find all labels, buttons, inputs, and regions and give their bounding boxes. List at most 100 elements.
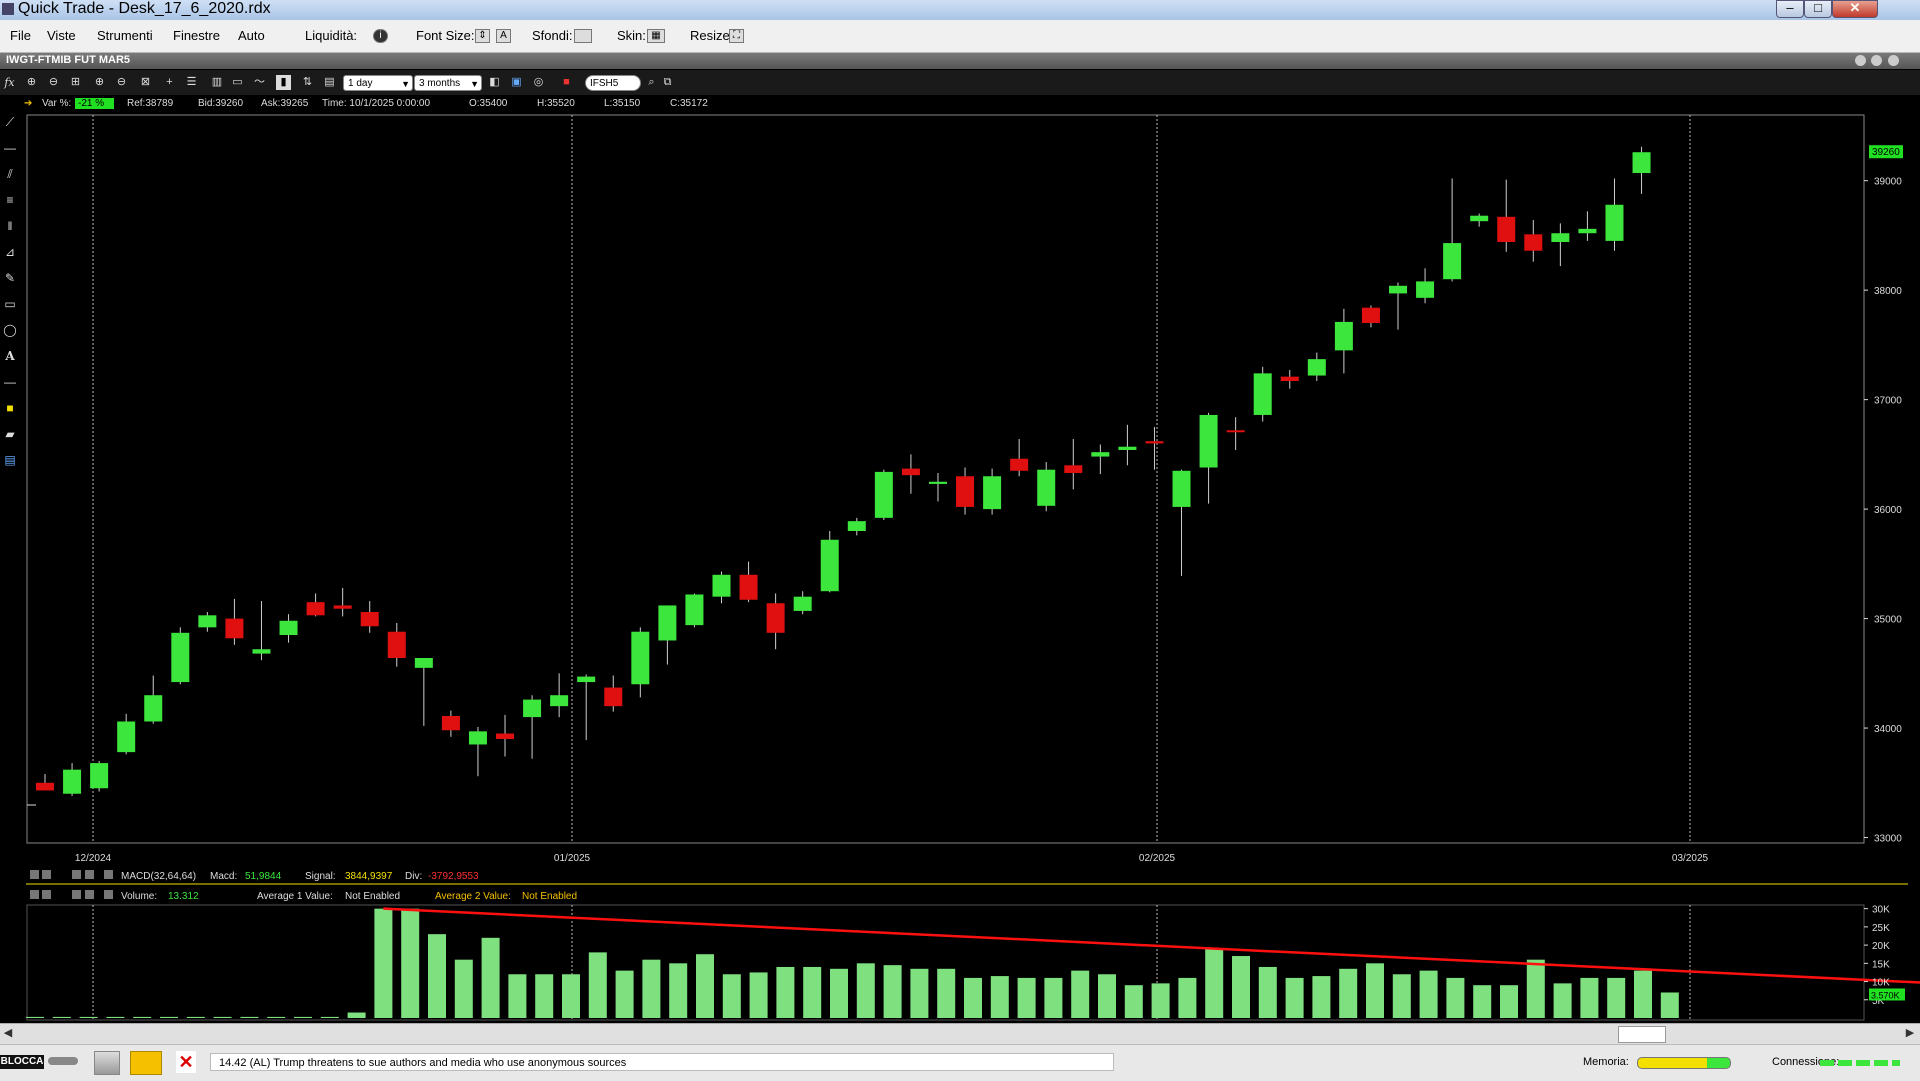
candle-up: [523, 699, 542, 718]
volume-value: 13.312: [168, 891, 199, 902]
candle-up: [1578, 228, 1597, 234]
volume-bar: [990, 976, 1009, 1018]
printer-icon[interactable]: [94, 1051, 120, 1075]
volume-panel-controls[interactable]: [30, 890, 113, 899]
volume-bar: [1285, 977, 1304, 1018]
avg2-value: Not Enabled: [522, 891, 577, 902]
y-tick-label: 35000: [1874, 615, 1902, 626]
news-icon[interactable]: [130, 1051, 162, 1075]
volume-bar: [79, 1016, 98, 1018]
volume-bar: [696, 954, 714, 1018]
volume-bar: [26, 1016, 44, 1018]
candle-down: [956, 476, 975, 507]
chart-scrollbar[interactable]: ◀ ▶: [0, 1023, 1920, 1044]
candle-up: [1307, 359, 1326, 376]
volume-bar: [1660, 992, 1679, 1018]
volume-bar: [910, 968, 929, 1018]
volume-bar: [1232, 956, 1250, 1018]
candle-up: [550, 695, 569, 707]
volume-bar: [883, 965, 902, 1018]
volume-bar: [722, 974, 741, 1018]
volume-bar: [267, 1016, 286, 1018]
macd-value: 51,9844: [245, 871, 282, 882]
volume-bar: [213, 1016, 232, 1018]
volume-bar: [1312, 976, 1331, 1018]
candle-up: [1605, 204, 1624, 241]
candle-up: [983, 476, 1002, 510]
scroll-right-icon[interactable]: ▶: [1902, 1025, 1918, 1042]
memoria-label: Memoria:: [1583, 1056, 1629, 1068]
key-icon[interactable]: [48, 1057, 78, 1065]
candle-up: [1470, 215, 1489, 222]
candle-down: [1361, 307, 1380, 323]
volume-bar: [535, 974, 554, 1018]
volume-y-tick-label: 15K: [1872, 959, 1890, 970]
volume-bar: [1205, 948, 1224, 1018]
stop-icon[interactable]: ✕: [176, 1051, 196, 1073]
candle-down: [441, 716, 460, 731]
candle-down: [604, 687, 623, 707]
volume-bar: [106, 1016, 125, 1018]
candle-up: [631, 631, 650, 685]
volume-y-tick-label: 10K: [1872, 978, 1890, 989]
memory-meter: [1637, 1057, 1731, 1069]
volume-bar: [160, 1016, 178, 1018]
candle-down: [1010, 458, 1029, 471]
candle-down: [360, 612, 379, 627]
signal-value: 3844,9397: [345, 871, 393, 882]
volume-bar: [454, 959, 473, 1018]
candle-down: [1280, 376, 1299, 382]
candle-down: [1524, 234, 1543, 251]
candle-up: [1632, 152, 1651, 174]
volume-bar: [749, 972, 768, 1018]
scroll-left-icon[interactable]: ◀: [0, 1025, 16, 1042]
candle-down: [901, 468, 920, 476]
volume-y-tick-label: 20K: [1872, 941, 1890, 952]
volume-y-tick-label: 25K: [1872, 923, 1890, 934]
y-tick-label: 34000: [1874, 724, 1902, 735]
news-ticker[interactable]: 14.42 (AL) Trump threatens to sue author…: [210, 1053, 1114, 1071]
scroll-thumb[interactable]: [1618, 1026, 1666, 1043]
volume-bar: [1258, 966, 1277, 1018]
candle-up: [1551, 233, 1570, 242]
volume-bar: [1124, 985, 1143, 1018]
volume-bar: [133, 1016, 152, 1018]
candle-down: [1064, 465, 1083, 473]
signal-label: Signal:: [305, 871, 336, 882]
candle-down: [387, 631, 406, 658]
candle-up: [685, 594, 704, 626]
x-tick-label: 02/2025: [1139, 853, 1176, 864]
volume-bar: [508, 974, 527, 1018]
candle-up: [1334, 321, 1353, 351]
candle-down: [496, 733, 515, 739]
volume-bar: [1044, 977, 1063, 1018]
candle-up: [414, 657, 433, 668]
volume-bar: [347, 1012, 366, 1018]
candle-down: [1497, 216, 1516, 242]
volume-bar: [562, 974, 580, 1018]
volume-bar: [669, 963, 688, 1018]
y-tick-label: 37000: [1874, 396, 1902, 407]
volume-bar: [1366, 963, 1384, 1018]
volume-bar: [1526, 959, 1545, 1018]
volume-bar: [401, 908, 420, 1018]
candle-up: [1091, 452, 1110, 457]
candle-up: [847, 521, 866, 531]
candle-up: [928, 481, 947, 484]
candle-up: [1416, 281, 1435, 298]
volume-bar: [1580, 977, 1599, 1018]
candle-down: [1226, 430, 1245, 433]
lock-button[interactable]: BLOCCA: [0, 1055, 44, 1069]
avg1-value: Not Enabled: [345, 891, 400, 902]
volume-bar: [588, 952, 607, 1018]
avg1-label: Average 1 Value:: [257, 891, 333, 902]
candle-up: [658, 605, 677, 641]
candle-up: [171, 632, 190, 683]
volume-bar: [320, 1016, 339, 1018]
macd-value-label: Macd:: [210, 871, 237, 882]
candle-up: [144, 695, 163, 722]
candle-down: [225, 618, 244, 639]
price-chart[interactable]: 33000 34000 35000 36000 37000 38000 39000 39260…: [0, 0, 1920, 1025]
volume-bar: [1098, 974, 1116, 1018]
candle-down: [1145, 441, 1164, 444]
